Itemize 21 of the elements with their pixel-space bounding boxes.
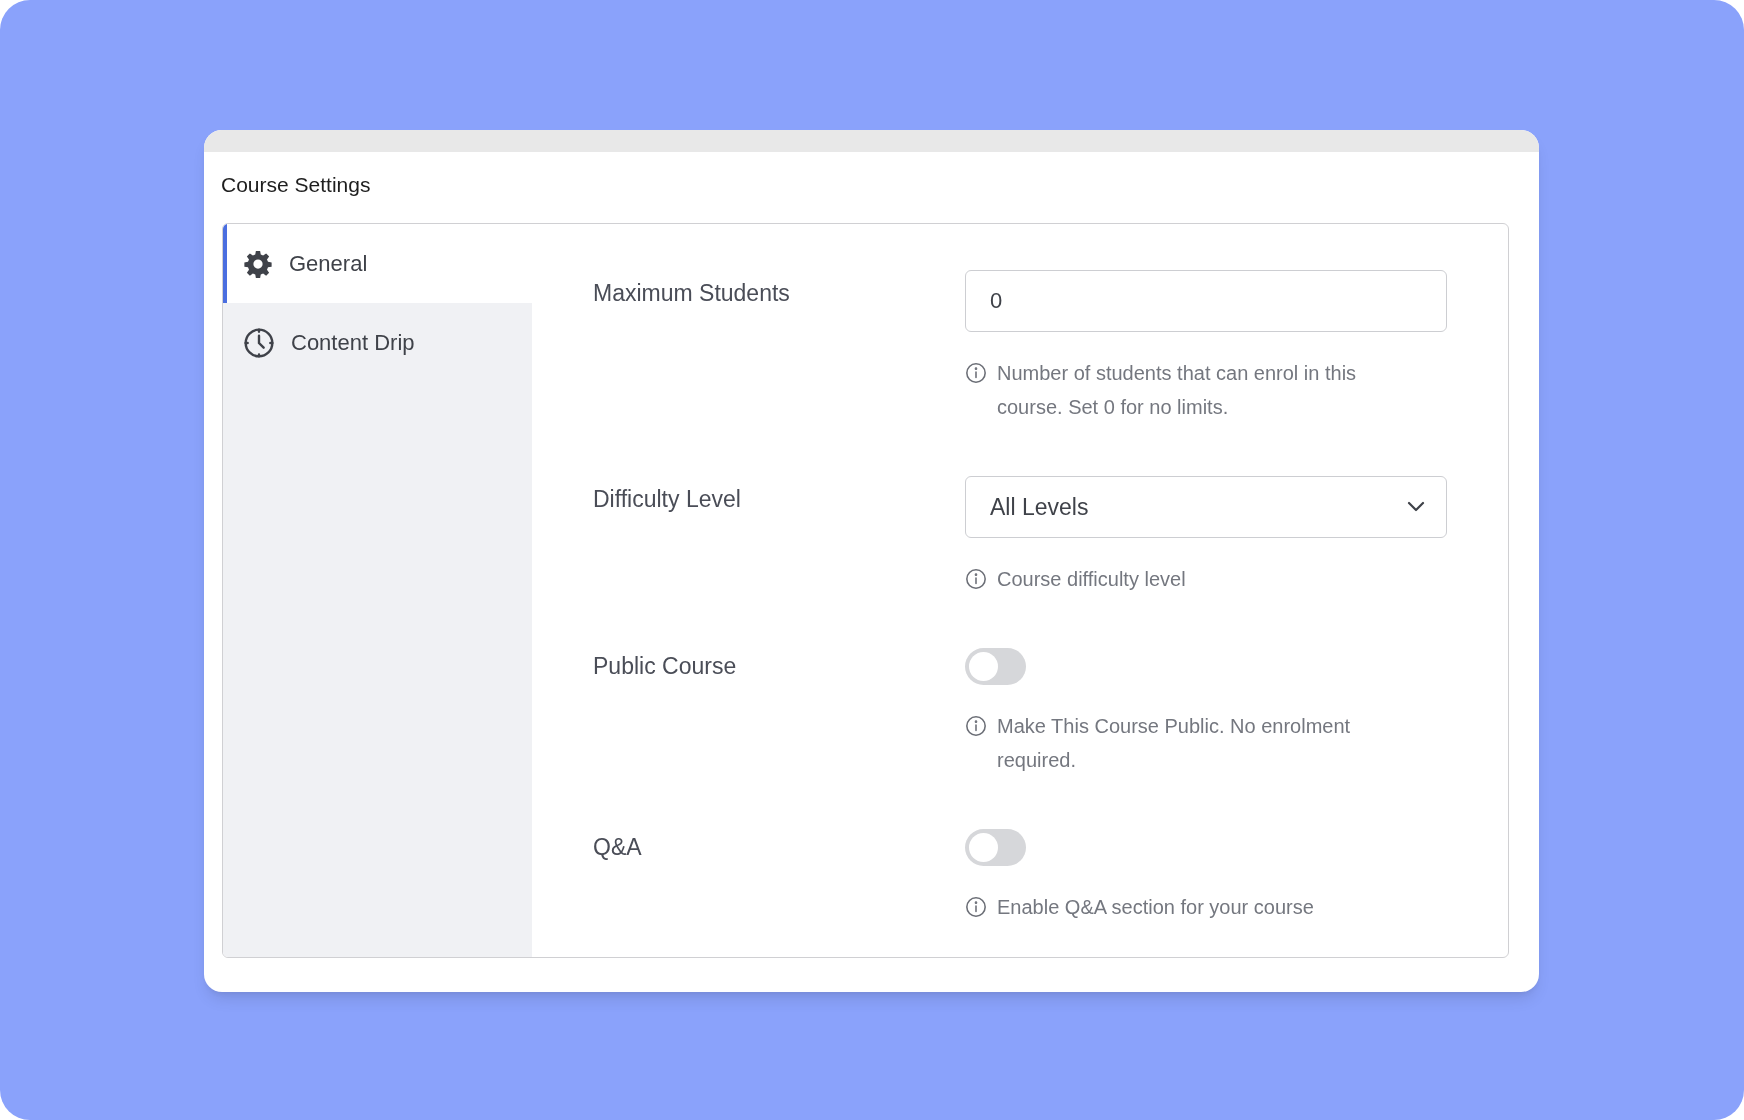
info-icon [965,362,987,384]
number-input[interactable]: 0 [965,270,1447,332]
window-title: Course Settings [221,172,371,198]
setting-label: Q&A [593,833,643,862]
toggle-switch[interactable] [965,648,1026,685]
toggle-switch[interactable] [965,829,1026,866]
sidebar-tab[interactable]: General [223,224,532,303]
setting-label: Difficulty Level [593,485,742,514]
help-text: Number of students that can enrol in this course. Set 0 for no limits. [997,361,1358,420]
clock-icon [243,326,275,359]
gear-icon [243,248,273,279]
help-text: Make This Course Public. No enrolment required. [997,714,1352,773]
info-icon [965,568,987,590]
dropdown-select[interactable]: All Levels [965,476,1447,538]
help-text: Course difficulty level [997,567,1187,592]
chevron-down-icon [1406,501,1426,513]
setting-label: Public Course [593,652,738,681]
info-icon [965,896,987,918]
info-icon [965,715,987,737]
help-text: Enable Q&A section for your course [997,895,1315,920]
setting-label: Maximum Students [593,279,791,308]
